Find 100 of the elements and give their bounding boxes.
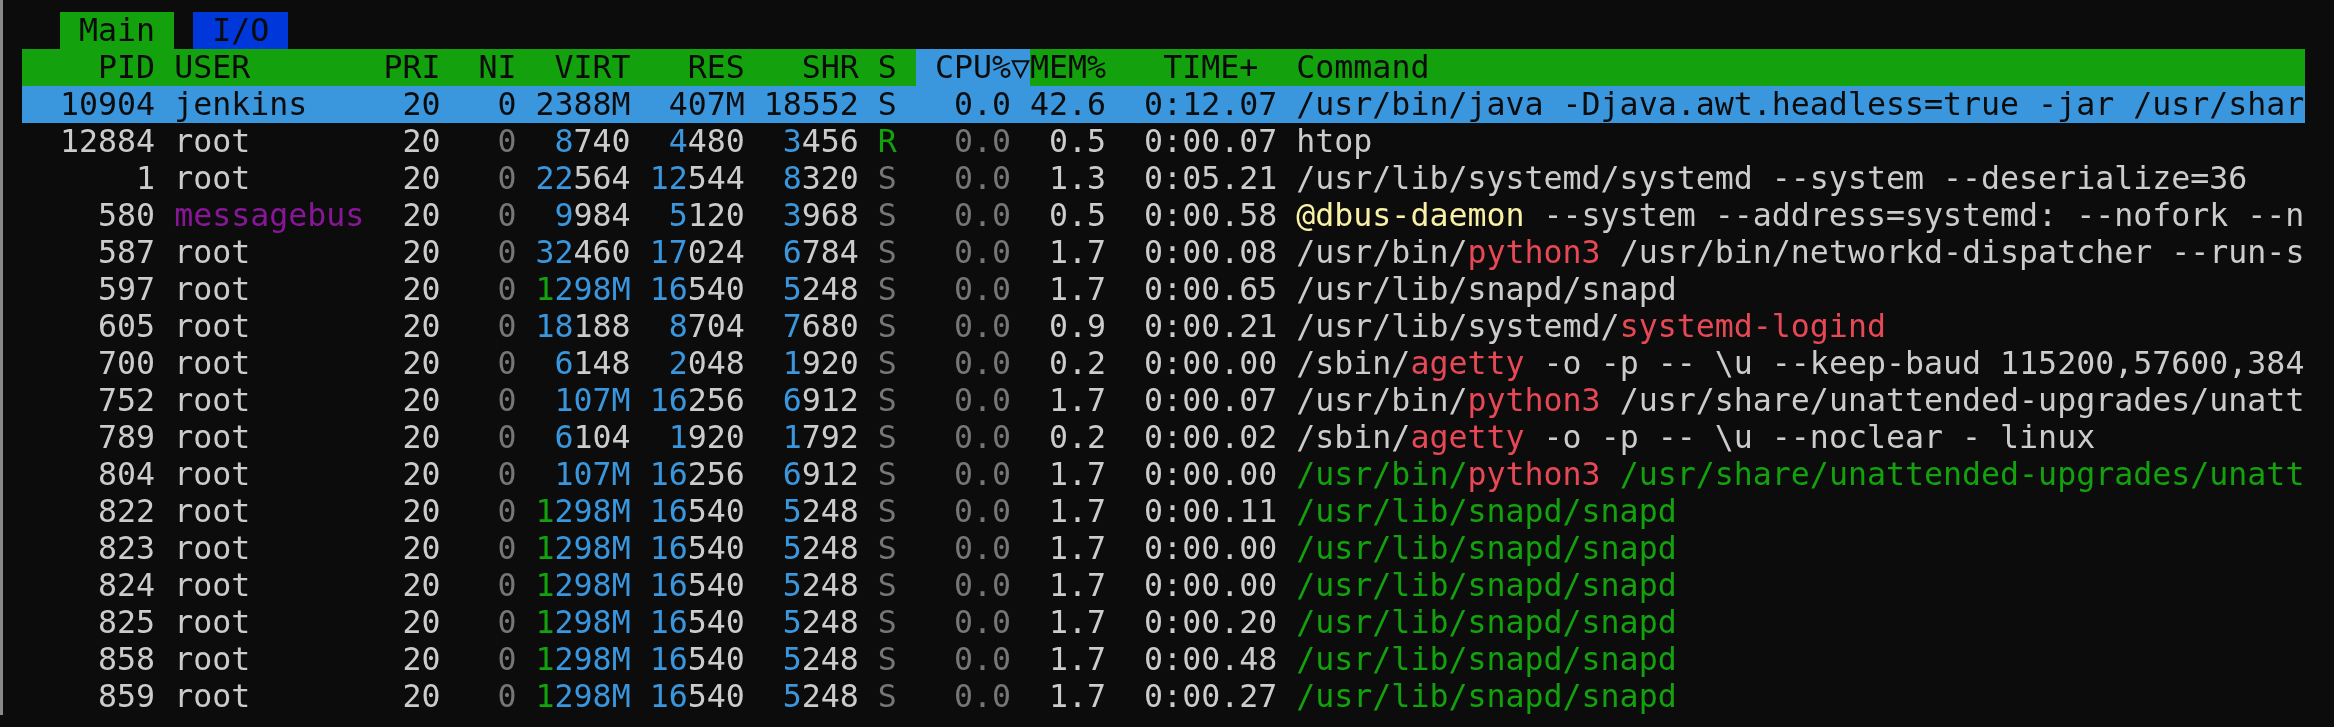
table-cell-text: 700 xyxy=(97,345,156,382)
table-cell-text: 20 xyxy=(401,308,441,345)
process-row[interactable]: 859 root 20 0 1298M 16540 5248 S 0.0 1.7 0:00.27 /usr/lib/snapd/snapd xyxy=(22,678,2305,715)
table-cell: messagebus xyxy=(174,197,365,234)
column-header[interactable]: NI xyxy=(459,49,517,86)
column-header[interactable]: TIME+ xyxy=(1125,49,1278,86)
table-cell-text: 0:00.00 xyxy=(1143,567,1278,604)
table-cell: 16540 xyxy=(649,530,745,567)
table-cell-text: 1792 xyxy=(781,419,859,456)
table-cell-text: 20 xyxy=(401,123,441,160)
table-cell-text: 0.0 xyxy=(952,678,1011,715)
table-cell: 1298M xyxy=(535,530,631,567)
process-row[interactable]: 824 root 20 0 1298M 16540 5248 S 0.0 1.7 0:00.00 /usr/lib/snapd/snapd xyxy=(22,567,2305,604)
process-row[interactable]: 822 root 20 0 1298M 16540 5248 S 0.0 1.7 0:00.11 /usr/lib/snapd/snapd xyxy=(22,493,2305,530)
table-cell-text: 789 xyxy=(97,419,156,456)
table-cell-text: 0 xyxy=(496,419,517,456)
table-cell-text: 107M xyxy=(553,382,631,419)
table-cell-text: /usr/lib/snapd/snapd xyxy=(1296,271,1678,308)
column-header[interactable]: VIRT xyxy=(535,49,631,86)
process-row[interactable]: 605 root 20 0 18188 8704 7680 S 0.0 0.9 0:00.21 /usr/lib/systemd/systemd-logind xyxy=(22,308,2305,345)
table-cell: 1298M xyxy=(535,604,631,641)
table-cell-text: 20 xyxy=(401,345,441,382)
process-row[interactable]: 12884 root 20 0 8740 4480 3456 R 0.0 0.5 0:00.07 htop xyxy=(22,123,2305,160)
table-cell-text: 0:00.21 xyxy=(1143,308,1278,345)
column-header[interactable]: RES xyxy=(649,49,745,86)
table-cell-text: 1.7 xyxy=(1048,641,1107,678)
table-cell-text: 0:00.65 xyxy=(1143,271,1278,308)
table-cell-text: 0 xyxy=(496,123,517,160)
table-cell-text: 0:00.00 xyxy=(1143,456,1278,493)
table-cell: /sbin/agetty -o -p -- \u --keep-baud 115200,57600,384 xyxy=(1296,345,2305,382)
table-cell: 1298M xyxy=(535,567,631,604)
process-row[interactable]: 580 messagebus 20 0 9984 5120 3968 S 0.0 0.5 0:00.58 @dbus-daemon --system --address=systemd: --nofork --n xyxy=(22,197,2305,234)
table-cell-text: /usr/lib/systemd/systemd --system --deserialize=36 xyxy=(1296,160,2249,197)
column-header[interactable]: USER xyxy=(174,49,365,86)
table-cell-text: 20 xyxy=(401,567,441,604)
column-header[interactable]: Command xyxy=(1296,49,2305,86)
process-row[interactable]: 587 root 20 0 32460 17024 6784 S 0.0 1.7 0:00.08 /usr/bin/python3 /usr/bin/networkd-dispatcher --run-s xyxy=(22,234,2305,271)
process-row[interactable]: 858 root 20 0 1298M 16540 5248 S 0.0 1.7 0:00.48 /usr/lib/snapd/snapd xyxy=(22,641,2305,678)
table-cell-text: 1.7 xyxy=(1048,234,1107,271)
table-cell-text: 20 xyxy=(401,456,441,493)
table-cell: 18552 xyxy=(763,86,859,123)
process-row[interactable]: 823 root 20 0 1298M 16540 5248 S 0.0 1.7 0:00.00 /usr/lib/snapd/snapd xyxy=(22,530,2305,567)
table-cell-text: 0 xyxy=(496,530,517,567)
process-row[interactable]: 10904 jenkins 20 0 2388M 407M 18552 S 0.0 42.6 0:12.07 /usr/bin/java -Djava.awt.headless=true -jar /usr/shar xyxy=(22,86,2305,123)
column-header[interactable]: CPU%▽ xyxy=(915,49,1030,86)
process-row[interactable]: 1 root 20 0 22564 12544 8320 S 0.0 1.3 0:05.21 /usr/lib/systemd/systemd --system --deserialize=36 xyxy=(22,160,2305,197)
table-cell: 1298M xyxy=(535,641,631,678)
table-cell-text: 858 xyxy=(97,641,156,678)
process-row[interactable]: 804 root 20 0 107M 16256 6912 S 0.0 1.7 0:00.00 /usr/bin/python3 /usr/share/unattended-upgrades/unatt xyxy=(22,456,2305,493)
column-header[interactable]: SHR xyxy=(763,49,859,86)
table-cell-text: 107M xyxy=(553,456,631,493)
table-cell: 16256 xyxy=(649,456,745,493)
process-row[interactable]: 789 root 20 0 6104 1920 1792 S 0.0 0.2 0:00.02 /sbin/agetty -o -p -- \u --noclear - linux xyxy=(22,419,2305,456)
table-cell-text: 597 xyxy=(97,271,156,308)
table-cell-text: 0 xyxy=(496,493,517,530)
table-cell-text: 0.0 xyxy=(952,160,1011,197)
table-cell-text: 0:00.02 xyxy=(1143,419,1278,456)
table-cell: S xyxy=(877,567,897,604)
table-cell: 1298M xyxy=(535,678,631,715)
table-cell-text: 0.0 xyxy=(952,271,1011,308)
table-cell-text: 20 xyxy=(401,86,441,123)
table-cell-text: 6912 xyxy=(781,456,859,493)
table-cell-text: 0.0 xyxy=(952,493,1011,530)
process-row[interactable]: 597 root 20 0 1298M 16540 5248 S 0.0 1.7 0:00.65 /usr/lib/snapd/snapd xyxy=(22,271,2305,308)
process-row[interactable]: 700 root 20 0 6148 2048 1920 S 0.0 0.2 0:00.00 /sbin/agetty -o -p -- \u --keep-baud 115200,57600,384 xyxy=(22,345,2305,382)
table-cell-text: root xyxy=(174,123,252,160)
table-cell-text: 587 xyxy=(97,234,156,271)
table-cell-text: 20 xyxy=(401,160,441,197)
table-cell: S xyxy=(877,382,897,419)
tab[interactable]: Main xyxy=(60,12,175,49)
table-cell-text: 0 xyxy=(496,86,517,123)
column-header[interactable]: PID xyxy=(22,49,156,86)
table-cell-text: 0 xyxy=(496,160,517,197)
column-header[interactable]: MEM% xyxy=(1030,49,1107,86)
table-cell-text: 2048 xyxy=(667,345,745,382)
table-cell: 16540 xyxy=(649,271,745,308)
table-cell-text: 10904 xyxy=(59,86,156,123)
table-cell: 2388M xyxy=(535,86,631,123)
table-cell-text: root xyxy=(174,641,252,678)
table-cell: 16540 xyxy=(649,604,745,641)
table-cell-text: /usr/lib/snapd/snapd xyxy=(1296,567,1678,604)
process-row[interactable]: 752 root 20 0 107M 16256 6912 S 0.0 1.7 0:00.07 /usr/bin/python3 /usr/share/unattended-upgrades/unatt xyxy=(22,382,2305,419)
table-cell-text: 1.3 xyxy=(1048,160,1107,197)
table-cell-text: 5248 xyxy=(781,604,859,641)
table-cell-text: root xyxy=(174,567,252,604)
table-cell: S xyxy=(877,678,897,715)
table-cell-text: 20 xyxy=(401,493,441,530)
process-row[interactable]: 825 root 20 0 1298M 16540 5248 S 0.0 1.7 0:00.20 /usr/lib/snapd/snapd xyxy=(22,604,2305,641)
column-header[interactable]: S xyxy=(877,49,897,86)
column-header[interactable]: PRI xyxy=(383,49,441,86)
table-cell-text: 580 xyxy=(97,197,156,234)
table-cell-text: 823 xyxy=(97,530,156,567)
table-cell-text: 0:00.07 xyxy=(1143,123,1278,160)
table-cell-text: 1920 xyxy=(667,419,745,456)
table-cell-text: 20 xyxy=(401,604,441,641)
table-cell-text: 1.7 xyxy=(1048,456,1107,493)
table-cell: S xyxy=(877,308,897,345)
table-cell-text: 0:00.27 xyxy=(1143,678,1278,715)
table-cell-text: /usr/lib/snapd/snapd xyxy=(1296,493,1678,530)
table-cell-text: 1920 xyxy=(781,345,859,382)
